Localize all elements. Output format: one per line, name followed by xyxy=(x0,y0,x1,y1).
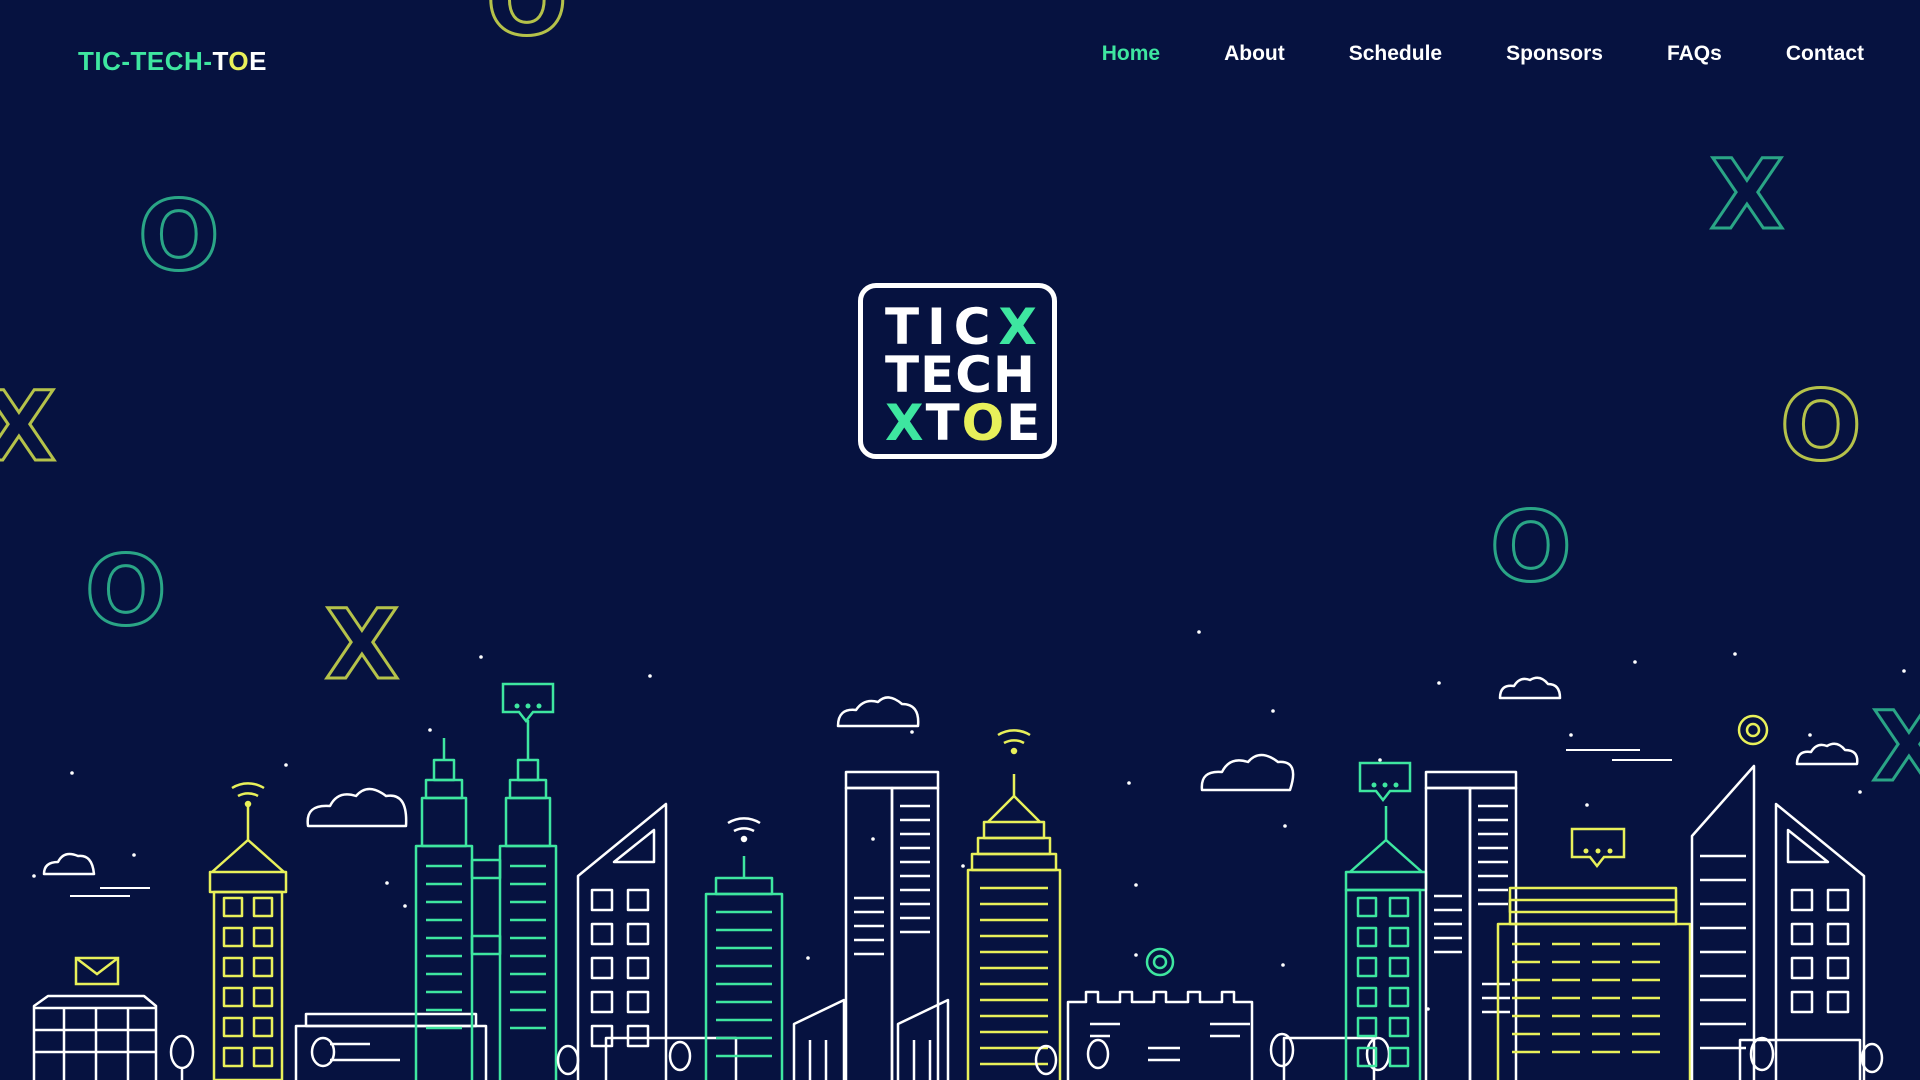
cityscape-illustration: O O X O X X O O X xyxy=(0,0,1920,1080)
deco-letter-o: O xyxy=(1490,491,1572,603)
logo-row-2: TECH xyxy=(885,346,1036,404)
deco-letter-x: X xyxy=(1710,139,1784,251)
deco-letter-x: X xyxy=(0,371,56,483)
deco-letter-x: X xyxy=(325,589,399,701)
deco-letter-o: O xyxy=(486,0,568,57)
logo-row-3: XTOE xyxy=(885,394,1043,452)
deco-letter-o: O xyxy=(1780,370,1862,482)
deco-letter-x: X xyxy=(1872,691,1920,803)
deco-letter-o: O xyxy=(85,535,167,647)
event-logo: TICX TECH XTOE xyxy=(858,283,1057,459)
deco-letter-o: O xyxy=(138,180,220,292)
logo-row-1: TICX xyxy=(885,298,1045,356)
